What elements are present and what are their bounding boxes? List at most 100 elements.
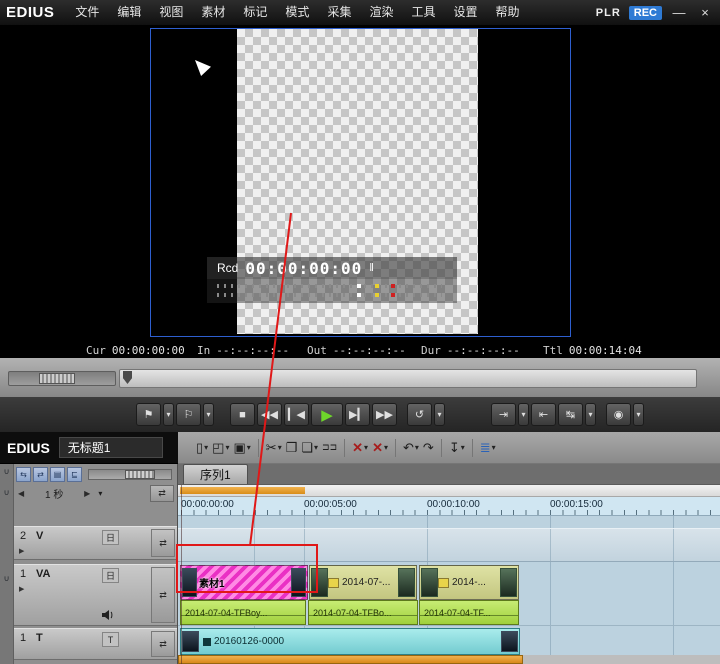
track-height-toggle[interactable]: ⇄ bbox=[151, 631, 175, 657]
shuttle-slider[interactable] bbox=[8, 371, 116, 386]
replace-button[interactable]: ⊐⊐ bbox=[320, 437, 339, 459]
menu-settings[interactable]: 设置 bbox=[444, 0, 486, 25]
clip-audio-3[interactable]: 2014-07-04-TF... bbox=[419, 600, 519, 625]
menu-render[interactable]: 渲染 bbox=[360, 0, 402, 25]
track-header-2v[interactable]: 2 V ▶ 日 ⇄ bbox=[14, 526, 177, 560]
strip-toggle-icon[interactable]: ∪ bbox=[0, 467, 13, 476]
undo-button[interactable]: ↶▾ bbox=[401, 437, 421, 459]
copy-button[interactable]: ❐ bbox=[284, 437, 300, 459]
loop-dropdown[interactable]: ▾ bbox=[434, 403, 445, 426]
fast-forward-button[interactable]: ▶▶ bbox=[372, 403, 397, 426]
chevron-down-icon[interactable]: ▾ bbox=[203, 443, 208, 452]
strip-toggle-icon[interactable]: ∪ bbox=[0, 488, 13, 497]
clip-audio-1[interactable]: 2014-07-04-TFBoy... bbox=[180, 600, 306, 625]
track-height-toggle[interactable]: ⇄ bbox=[151, 529, 175, 557]
trim-in-dropdown[interactable]: ▾ bbox=[518, 403, 529, 426]
track-height-toggle[interactable]: ⇄ bbox=[151, 567, 175, 623]
trim-out-button[interactable]: ⇤ bbox=[531, 403, 556, 426]
next-frame-button[interactable]: ▶▎ bbox=[345, 403, 370, 426]
track-header-1va[interactable]: 1 VA ▶ 日 ⇄ bbox=[14, 564, 177, 626]
jog-dropdown[interactable]: ▾ bbox=[633, 403, 644, 426]
menu-marker[interactable]: 标记 bbox=[234, 0, 276, 25]
overwrite-mode-button[interactable]: ⇄ bbox=[33, 467, 48, 482]
set-in-dropdown[interactable]: ▾ bbox=[163, 403, 174, 426]
rewind-button[interactable]: ◀◀ bbox=[257, 403, 282, 426]
insert-mode-button[interactable]: ⇆ bbox=[16, 467, 31, 482]
shuttle-handle[interactable] bbox=[39, 373, 75, 384]
set-in-button[interactable]: ⚑ bbox=[136, 403, 161, 426]
chevron-down-icon[interactable]: ▾ bbox=[414, 443, 419, 452]
scale-decrease-button[interactable]: ◀ bbox=[14, 489, 28, 498]
scale-increase-button[interactable]: ▶ bbox=[80, 489, 94, 498]
speaker-icon[interactable] bbox=[102, 607, 114, 625]
track-row-2v[interactable] bbox=[178, 528, 720, 562]
cut-button[interactable]: ✂▾ bbox=[264, 437, 284, 459]
open-project-button[interactable]: ◰▾ bbox=[210, 437, 231, 459]
delete-button[interactable]: ✕▾ bbox=[370, 437, 390, 459]
stop-button[interactable]: ■ bbox=[230, 403, 255, 426]
scale-dropdown[interactable]: ▾ bbox=[94, 489, 106, 498]
position-bar[interactable] bbox=[119, 369, 697, 388]
chevron-down-icon[interactable]: ▾ bbox=[363, 443, 368, 452]
clip-title[interactable]: 20160126-0000 bbox=[180, 628, 520, 655]
set-out-dropdown[interactable]: ▾ bbox=[203, 403, 214, 426]
trim-both-button[interactable]: ↹ bbox=[558, 403, 583, 426]
delete-in-out-button[interactable]: ✕▾ bbox=[350, 437, 370, 459]
sync-mode-button[interactable]: ⊑ bbox=[67, 467, 82, 482]
previous-frame-button[interactable]: ▎◀ bbox=[284, 403, 309, 426]
track-sync-icon[interactable]: 日 bbox=[102, 530, 119, 545]
clip-sucai1[interactable]: 素材1 bbox=[180, 565, 308, 600]
add-cut-point-button[interactable]: ↧▾ bbox=[447, 437, 467, 459]
save-project-button[interactable]: ▣▾ bbox=[231, 437, 252, 459]
play-button[interactable]: ▶ bbox=[311, 403, 343, 426]
horizontal-scrollbar-thumb[interactable] bbox=[178, 655, 523, 664]
new-sequence-button[interactable]: ▯▾ bbox=[194, 437, 210, 459]
chevron-down-icon[interactable]: ▾ bbox=[277, 443, 282, 452]
close-button[interactable]: × bbox=[696, 5, 714, 20]
menu-mode[interactable]: 模式 bbox=[276, 0, 318, 25]
menu-file[interactable]: 文件 bbox=[66, 0, 108, 25]
menu-tools[interactable]: 工具 bbox=[402, 0, 444, 25]
position-playhead[interactable] bbox=[123, 371, 132, 384]
chevron-down-icon[interactable]: ▾ bbox=[246, 443, 251, 452]
expand-arrow-icon[interactable]: ▶ bbox=[19, 547, 24, 555]
chevron-down-icon[interactable]: ▾ bbox=[491, 443, 496, 452]
clip-audio-2[interactable]: 2014-07-04-TFBo... bbox=[308, 600, 418, 625]
track-header-1t[interactable]: 1 T T ⇄ bbox=[14, 628, 177, 660]
track-sync-icon[interactable]: 日 bbox=[102, 568, 119, 583]
chevron-down-icon[interactable]: ▾ bbox=[224, 443, 229, 452]
paste-button[interactable]: ❏▾ bbox=[299, 437, 320, 459]
timecode-status-bar: Cur00:00:00:00 In--:--:--:-- Out--:--:--… bbox=[0, 343, 720, 358]
redo-button[interactable]: ↷ bbox=[421, 437, 436, 459]
trim-both-dropdown[interactable]: ▾ bbox=[585, 403, 596, 426]
clip-video-3[interactable]: 2014-... bbox=[419, 565, 519, 600]
jog-mode-button[interactable]: ◉ bbox=[606, 403, 631, 426]
trim-in-button[interactable]: ⇥ bbox=[491, 403, 516, 426]
menu-capture[interactable]: 采集 bbox=[318, 0, 360, 25]
set-out-button[interactable]: ⚐ bbox=[176, 403, 201, 426]
expand-arrow-icon[interactable]: ▶ bbox=[19, 585, 24, 593]
menu-clip[interactable]: 素材 bbox=[192, 0, 234, 25]
track-title-icon[interactable]: T bbox=[102, 632, 119, 647]
menu-view[interactable]: 视图 bbox=[150, 0, 192, 25]
timeline-ruler[interactable]: 00:00:00:00 00:00:05:00 00:00:10:00 00:0… bbox=[178, 485, 720, 516]
loop-playback-button[interactable]: ↺ bbox=[407, 403, 432, 426]
minimize-button[interactable]: — bbox=[670, 5, 688, 20]
timeline-zoom-slider[interactable] bbox=[88, 469, 172, 480]
chevron-down-icon[interactable]: ▾ bbox=[460, 443, 465, 452]
track-height-toggle[interactable]: ⇄ bbox=[150, 485, 174, 502]
menu-help[interactable]: 帮助 bbox=[487, 0, 529, 25]
ripple-mode-button[interactable]: ▤ bbox=[50, 467, 65, 482]
strip-toggle-icon[interactable]: ∪ bbox=[0, 574, 13, 583]
chevron-down-icon[interactable]: ▾ bbox=[313, 443, 318, 452]
out-label: Out bbox=[307, 344, 327, 357]
timeline-display-button[interactable]: ≣▾ bbox=[478, 437, 498, 459]
menu-edit[interactable]: 编辑 bbox=[108, 0, 150, 25]
recorder-mode-button[interactable]: REC bbox=[629, 6, 662, 20]
chevron-down-icon[interactable]: ▾ bbox=[383, 443, 388, 452]
horizontal-scrollbar[interactable] bbox=[178, 655, 720, 664]
clip-video-2[interactable]: 2014-07-... bbox=[309, 565, 417, 600]
zoom-slider-handle[interactable] bbox=[125, 470, 155, 479]
player-mode-button[interactable]: PLR bbox=[596, 7, 621, 19]
tab-sequence-1[interactable]: 序列1 bbox=[183, 464, 248, 484]
